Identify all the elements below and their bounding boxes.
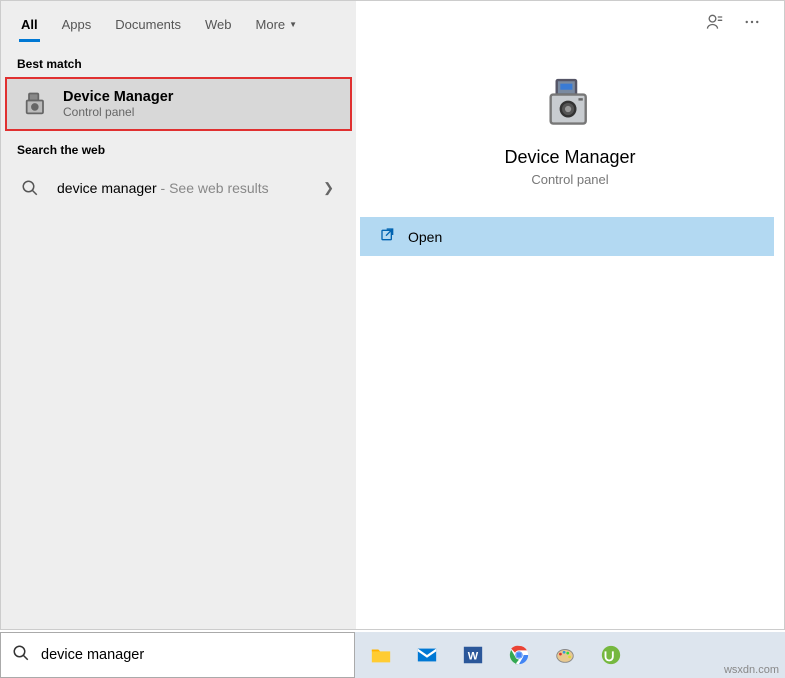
paint-icon[interactable] — [543, 635, 587, 675]
tab-more-label: More — [256, 17, 286, 32]
svg-text:W: W — [468, 651, 479, 663]
feedback-icon[interactable] — [705, 12, 725, 37]
preview-panel: Device Manager Control panel Open — [356, 1, 784, 629]
device-manager-icon — [21, 89, 51, 119]
search-window: All Apps Documents Web More ▼ Best match… — [0, 0, 785, 630]
tab-more[interactable]: More ▼ — [244, 7, 310, 40]
result-device-manager[interactable]: Device Manager Control panel — [5, 77, 352, 131]
results-panel: All Apps Documents Web More ▼ Best match… — [1, 1, 356, 629]
web-result-item[interactable]: device manager - See web results ❯ — [1, 163, 356, 213]
open-icon — [380, 227, 396, 246]
search-input[interactable] — [41, 647, 354, 663]
chevron-right-icon: ❯ — [323, 180, 342, 196]
word-icon[interactable]: W — [451, 635, 495, 675]
best-match-label: Best match — [1, 45, 356, 77]
chevron-down-icon: ▼ — [289, 20, 297, 29]
file-explorer-icon[interactable] — [359, 635, 403, 675]
search-web-label: Search the web — [1, 131, 356, 163]
utorrent-icon[interactable] — [589, 635, 633, 675]
search-bar[interactable] — [0, 632, 355, 678]
filter-tabs: All Apps Documents Web More ▼ — [1, 1, 356, 45]
header-actions — [705, 12, 775, 37]
result-text: Device Manager Control panel — [63, 89, 336, 119]
chrome-icon[interactable] — [497, 635, 541, 675]
web-suffix: - See web results — [157, 180, 269, 196]
preview-card: Device Manager Control panel — [356, 61, 784, 217]
tab-web[interactable]: Web — [193, 7, 244, 40]
watermark: wsxdn.com — [724, 664, 779, 676]
tab-apps[interactable]: Apps — [50, 7, 104, 40]
tab-all[interactable]: All — [9, 7, 50, 40]
device-manager-icon — [538, 71, 602, 135]
web-result-text: device manager - See web results — [57, 180, 269, 196]
open-action[interactable]: Open — [360, 217, 774, 256]
mail-icon[interactable] — [405, 635, 449, 675]
web-query: device manager — [57, 180, 157, 196]
preview-subtitle: Control panel — [531, 172, 608, 187]
result-subtitle: Control panel — [63, 105, 336, 119]
result-title: Device Manager — [63, 89, 336, 105]
search-icon — [15, 173, 45, 203]
preview-title: Device Manager — [504, 147, 635, 168]
taskbar: W — [355, 632, 785, 678]
more-icon[interactable] — [743, 13, 761, 36]
tab-documents[interactable]: Documents — [103, 7, 193, 40]
open-label: Open — [408, 229, 442, 245]
search-icon — [1, 644, 41, 667]
